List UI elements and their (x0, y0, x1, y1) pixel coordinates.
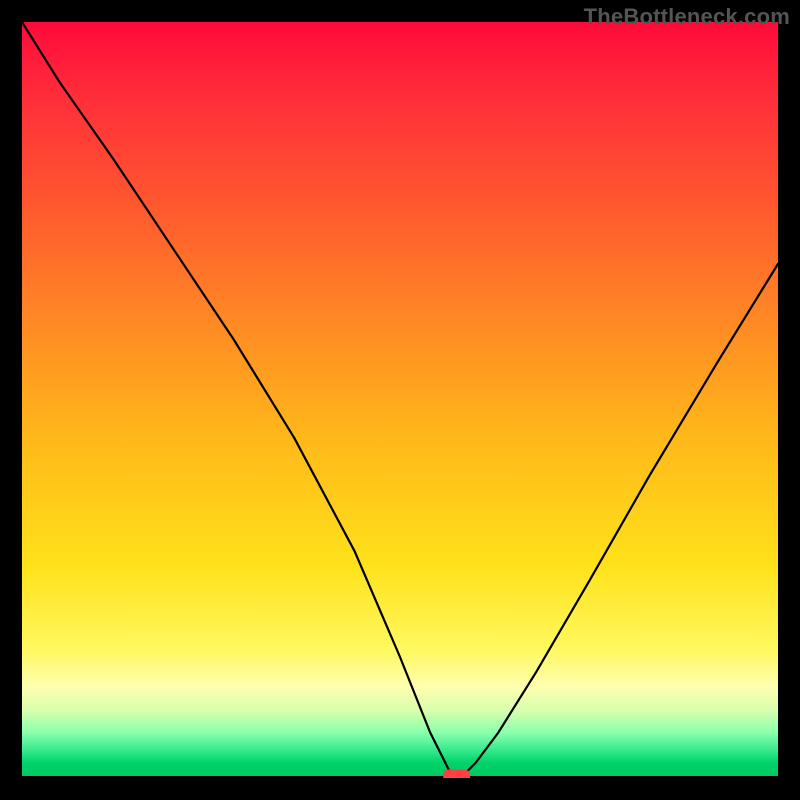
chart-frame: TheBottleneck.com (0, 0, 800, 800)
optimal-point-marker (444, 770, 470, 778)
plot-area (22, 22, 778, 778)
watermark-text: TheBottleneck.com (584, 4, 790, 30)
curve-svg (22, 22, 778, 778)
bottleneck-curve (22, 22, 778, 778)
